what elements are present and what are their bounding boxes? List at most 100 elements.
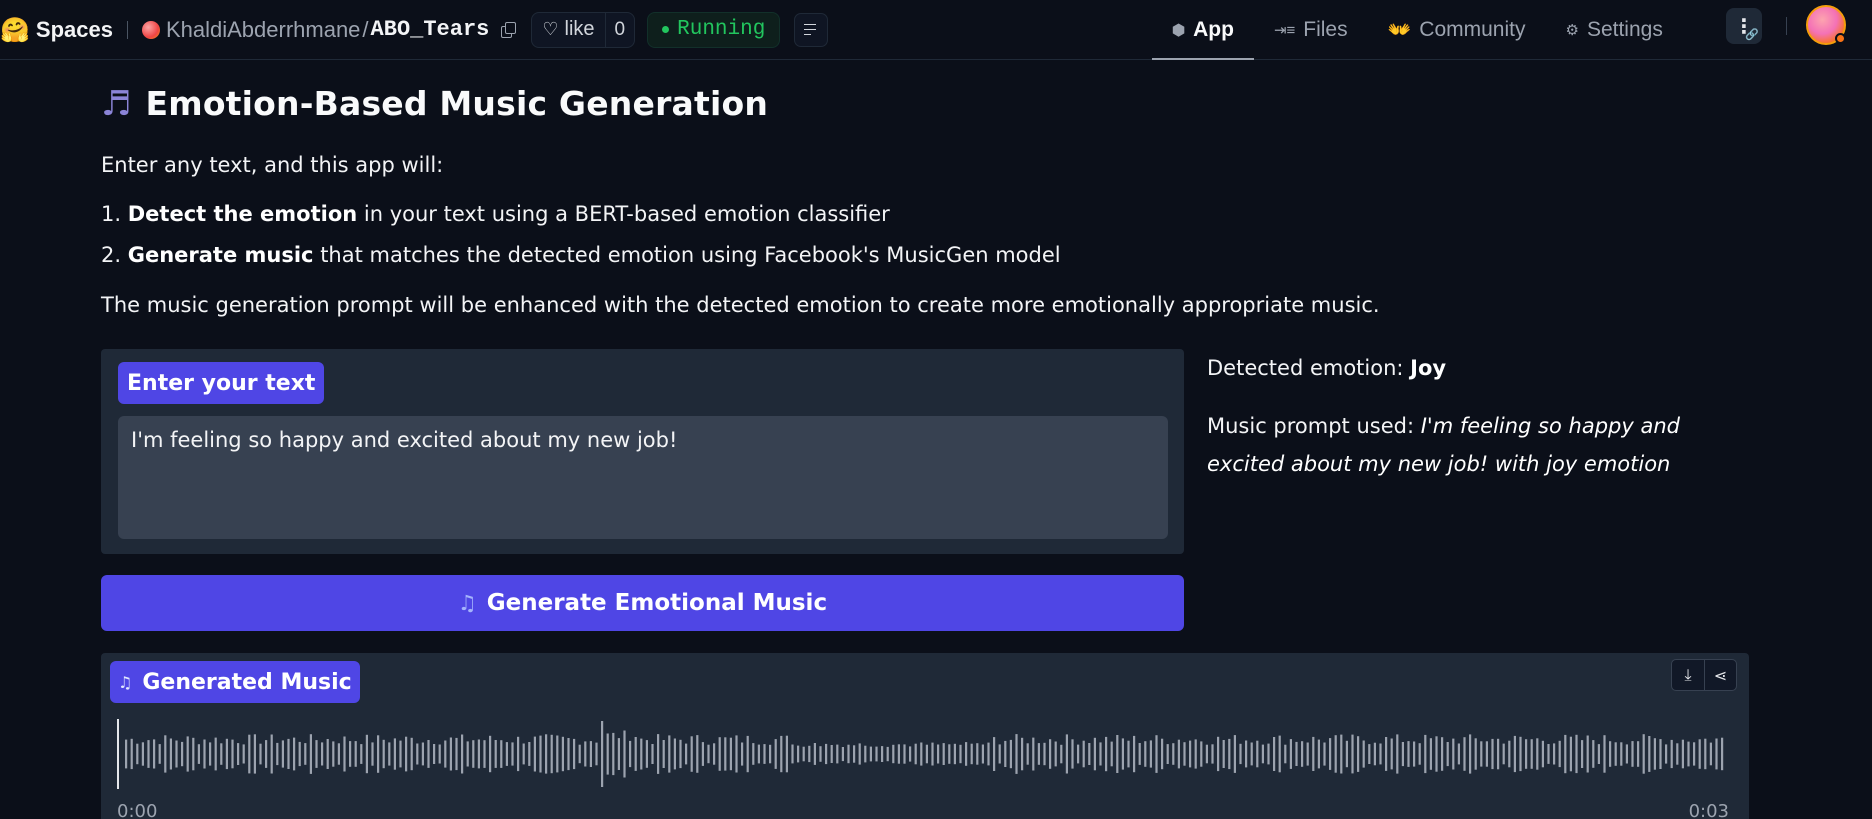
detected-emotion: Detected emotion: Joy: [1207, 349, 1747, 387]
intro-text: Enter any text, and this app will:: [101, 153, 444, 177]
waveform-bar: [623, 730, 626, 778]
waveform-bar: [1334, 735, 1337, 773]
waveform-bar: [662, 740, 665, 768]
tab-settings[interactable]: ⚙ Settings: [1545, 0, 1682, 60]
waveform-bar: [1429, 738, 1432, 770]
waveform-bar: [1553, 743, 1556, 765]
waveform-bar: [825, 743, 828, 765]
waveform-bar: [164, 735, 167, 773]
waveform-bar: [601, 721, 604, 787]
waveform-bar: [629, 740, 632, 768]
waveform-bar: [1362, 740, 1365, 768]
waveform-bar: [550, 734, 553, 774]
waveform-bar: [595, 742, 598, 766]
waveform-bar: [265, 740, 268, 768]
waveform-bar: [1155, 735, 1158, 773]
owner-avatar[interactable]: [141, 20, 160, 39]
waveform-bar: [337, 743, 340, 765]
step-text: that matches the detected emotion using …: [313, 243, 1061, 267]
files-icon: ⇥≡: [1273, 22, 1296, 39]
emotion-label: Detected emotion:: [1207, 356, 1411, 380]
playhead-cursor[interactable]: [117, 719, 119, 789]
tab-community[interactable]: 👐 Community: [1368, 0, 1546, 60]
music-note-icon: ♫: [457, 591, 477, 615]
waveform-bar: [1250, 742, 1253, 766]
waveform-bar: [1278, 735, 1281, 773]
waveform-bar: [393, 738, 396, 770]
waveform-bar: [1026, 743, 1029, 765]
copy-icon[interactable]: [501, 22, 517, 38]
repo-name-link[interactable]: ABO_Tears: [371, 17, 490, 42]
user-avatar[interactable]: [1806, 5, 1846, 45]
waveform-bar: [1564, 734, 1567, 774]
waveform-bar: [1194, 739, 1197, 769]
waveform-bar: [987, 742, 990, 766]
owner-link[interactable]: KhaldiAbderrhmane: [166, 17, 360, 43]
waveform-bar: [539, 735, 542, 773]
waveform-bar: [1166, 744, 1169, 764]
waveform-bar: [668, 735, 671, 773]
path-separator: /: [362, 16, 369, 42]
more-options-button[interactable]: ⋮ 🔗: [1726, 8, 1762, 44]
waveform-bar: [1161, 738, 1164, 770]
brand-divider: [126, 20, 128, 39]
waveform-bar: [209, 742, 212, 766]
waveform-bar: [472, 740, 475, 768]
share-icon[interactable]: ⋖: [1704, 660, 1736, 690]
page-title: Emotion-Based Music Generation: [145, 84, 769, 123]
like-count[interactable]: 0: [604, 12, 635, 47]
generate-music-button[interactable]: ♫ Generate Emotional Music: [101, 575, 1184, 631]
audio-label: ♫ Generated Music: [110, 661, 360, 703]
audio-waveform[interactable]: [117, 719, 1729, 789]
tab-app[interactable]: ⬢ App: [1152, 0, 1254, 60]
waveform-bar: [875, 746, 878, 762]
status-badge[interactable]: Running: [647, 11, 781, 48]
text-input-panel: Enter your text I'm feeling so happy and…: [101, 349, 1184, 554]
waveform-bar: [651, 744, 654, 764]
music-note-icon: ♫: [118, 672, 133, 692]
waveform-bar: [1049, 739, 1052, 769]
text-input[interactable]: I'm feeling so happy and excited about m…: [118, 416, 1168, 539]
tab-files[interactable]: ⇥≡ Files: [1254, 0, 1368, 60]
waveform-bar: [724, 737, 727, 771]
waveform-bar: [797, 745, 800, 763]
waveform-bar: [1469, 734, 1472, 774]
like-button[interactable]: ♡ like 0: [531, 11, 636, 48]
logs-button[interactable]: [794, 12, 829, 47]
waveform-bar: [505, 742, 508, 766]
waveform-bar: [220, 743, 223, 765]
waveform-bar: [1530, 739, 1533, 769]
waveform-bar: [864, 745, 867, 763]
download-icon[interactable]: ⤓: [1672, 660, 1704, 690]
waveform-bar: [1222, 740, 1225, 768]
waveform-bar: [1149, 740, 1152, 768]
waveform-bar: [769, 744, 772, 764]
waveform-bar: [276, 742, 279, 766]
music-note-icon: ♬: [101, 83, 132, 124]
waveform-bar: [1099, 742, 1102, 766]
waveform-bar: [461, 734, 464, 774]
audio-time-start: 0:00: [117, 801, 158, 819]
waveform-bar: [802, 746, 805, 762]
waveform-bar: [1435, 736, 1438, 772]
waveform-bar: [1306, 742, 1309, 766]
spaces-home-link[interactable]: 🤗 Spaces: [0, 0, 113, 60]
waveform-bar: [153, 739, 156, 769]
waveform-bar: [136, 743, 139, 765]
like-toggle[interactable]: ♡ like: [532, 13, 604, 47]
waveform-bar: [1144, 741, 1147, 767]
waveform-bar: [1116, 735, 1119, 773]
tab-files-label: Files: [1303, 18, 1348, 41]
waveform-bar: [1088, 743, 1091, 765]
waveform-bar: [657, 734, 660, 774]
waveform-bar: [1424, 734, 1427, 774]
waveform-bar: [780, 735, 783, 773]
waveform-bar: [976, 743, 979, 765]
waveform-bar: [1480, 741, 1483, 767]
waveform-bar: [981, 744, 984, 764]
gear-icon: ⚙: [1565, 22, 1579, 39]
waveform-bar: [528, 742, 531, 766]
waveform-bar: [1681, 739, 1684, 769]
waveform-bar: [881, 746, 884, 762]
waveform-bar: [953, 743, 956, 765]
